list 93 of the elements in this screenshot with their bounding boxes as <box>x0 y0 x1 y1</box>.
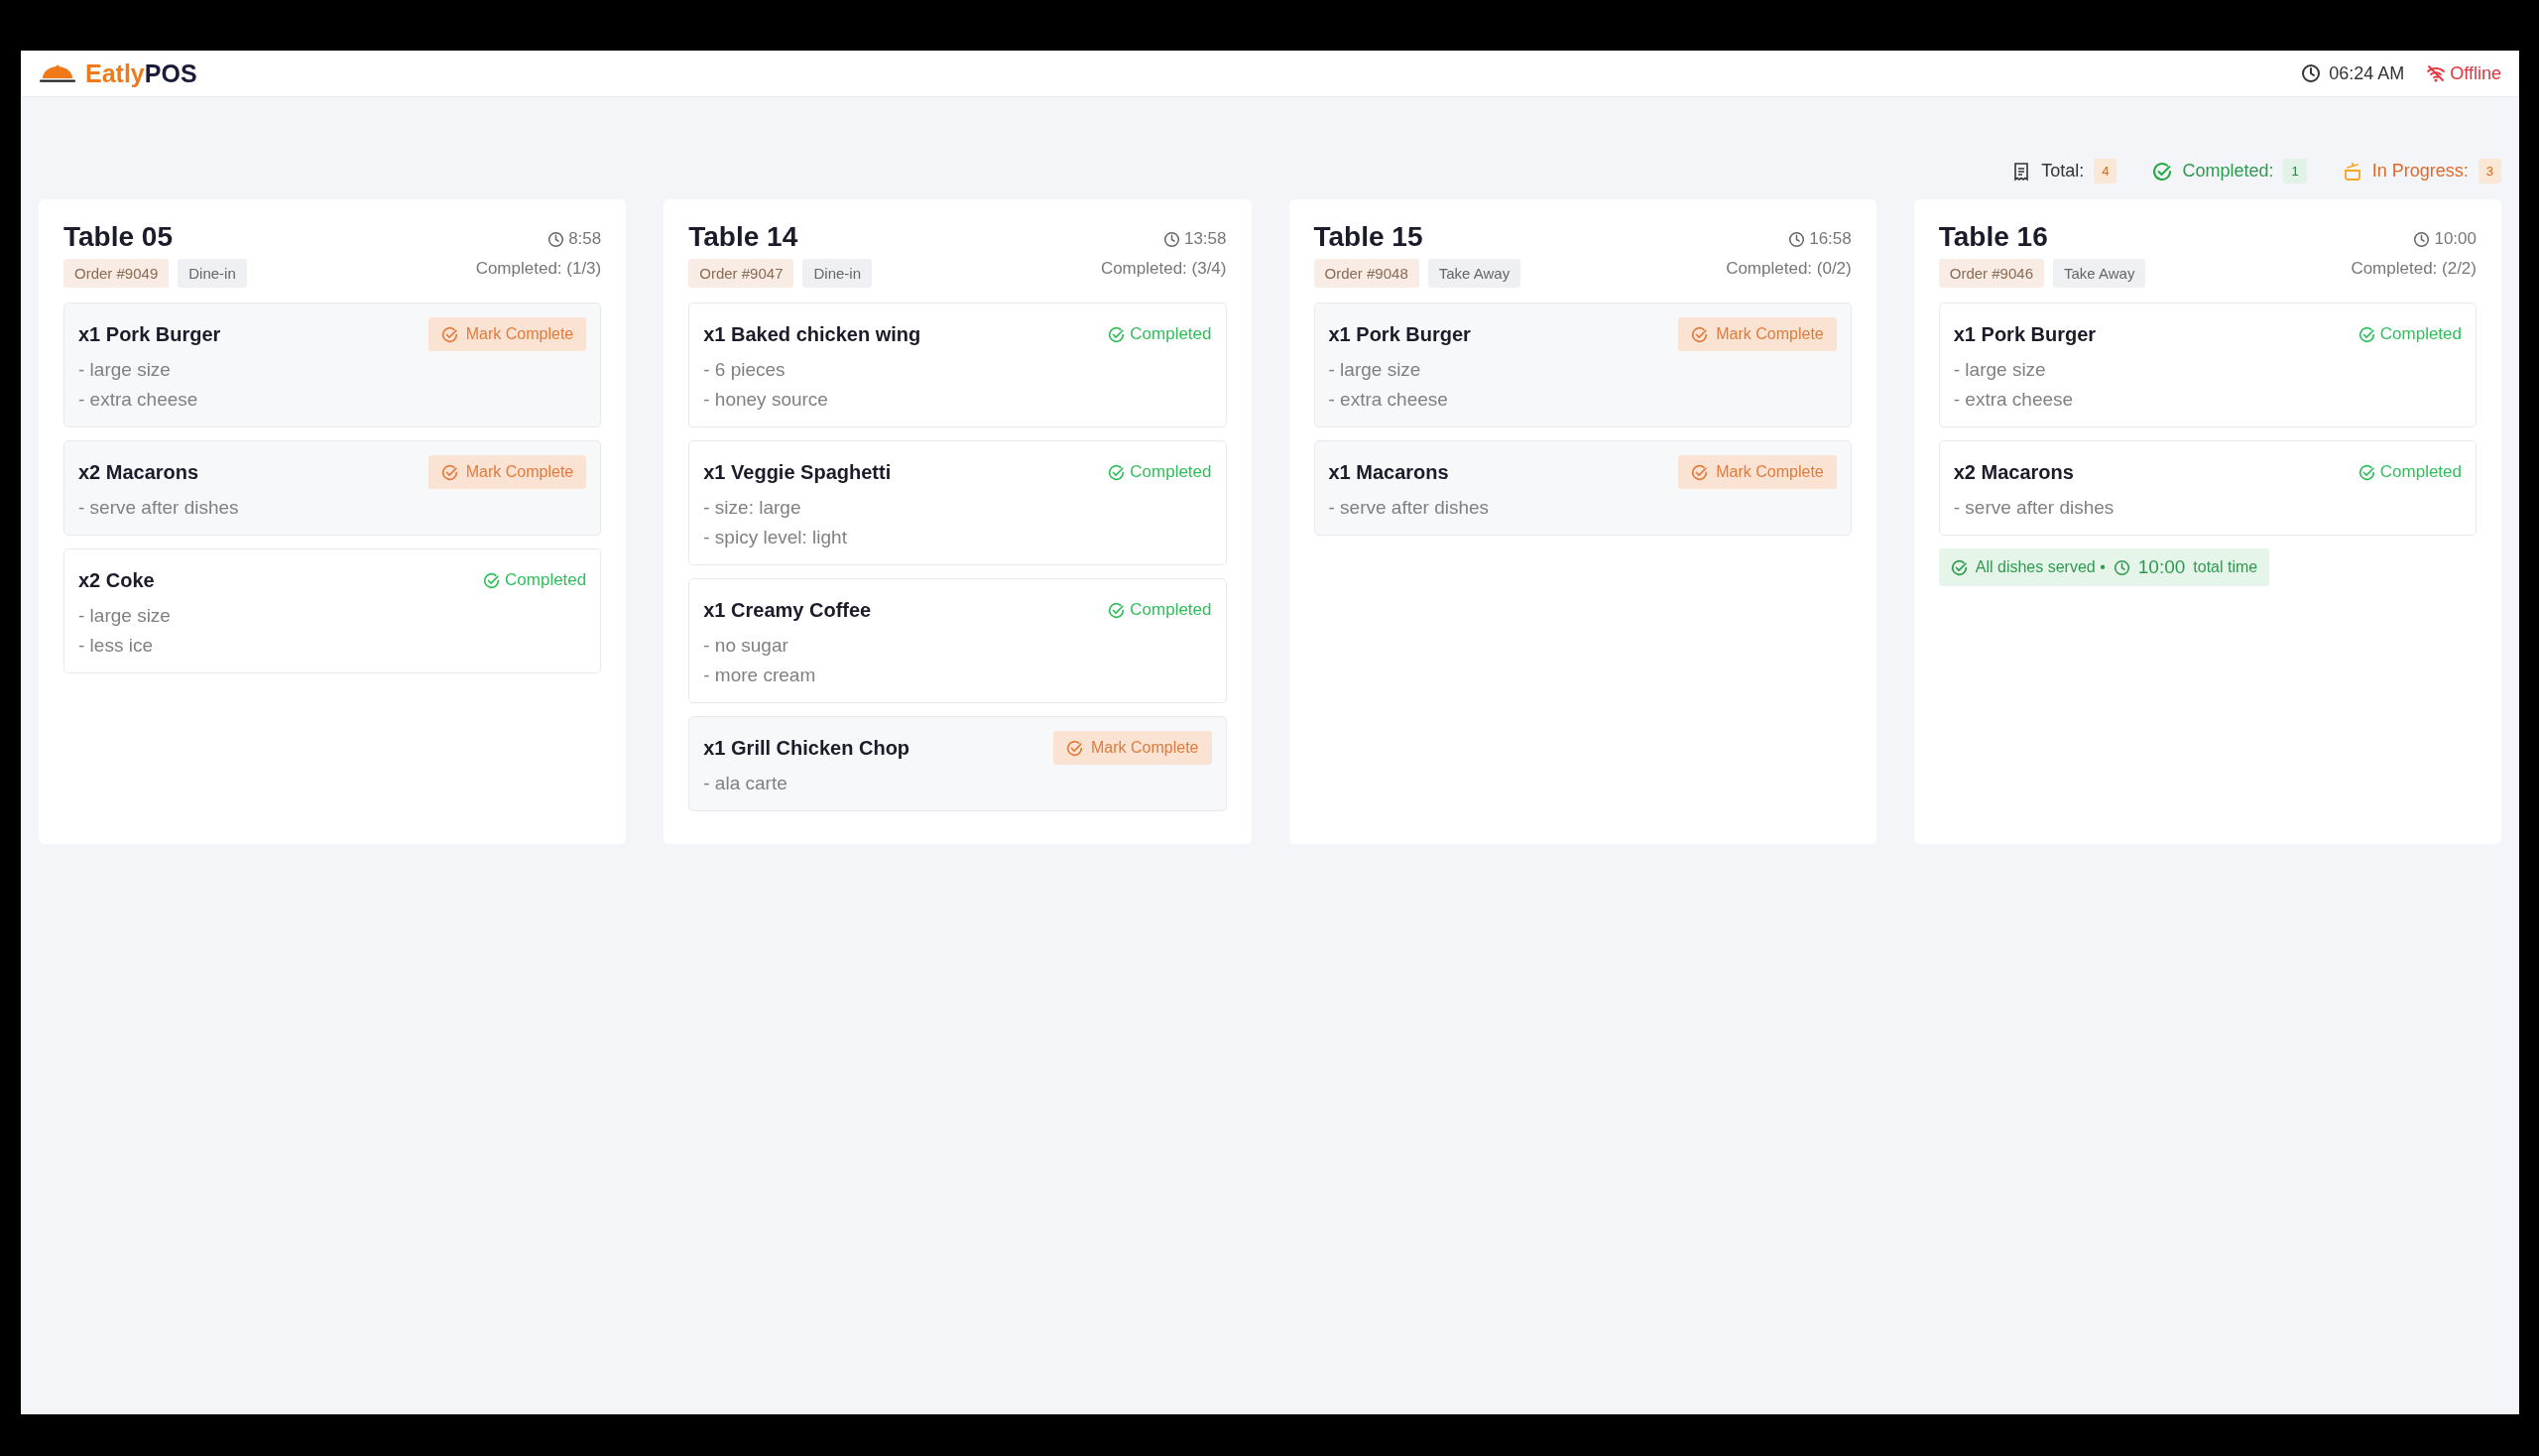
check-circle-icon <box>440 463 458 481</box>
elapsed-time: 13:58 <box>1183 229 1227 249</box>
stat-label: Total: <box>2041 161 2085 182</box>
cloche-icon <box>38 63 77 83</box>
service-type-tag: Dine-in <box>178 259 247 288</box>
item-note: - 6 pieces <box>703 359 786 381</box>
check-circle-icon <box>440 325 458 343</box>
order-number-tag: Order #9049 <box>63 259 170 288</box>
mark-complete-button[interactable]: Mark Complete <box>1678 455 1837 489</box>
item-note: - size: large <box>703 497 802 519</box>
mark-complete-button[interactable]: Mark Complete <box>427 317 587 351</box>
item-note: - extra cheese <box>1328 389 1449 411</box>
completed-status: Completed <box>1130 324 1212 344</box>
table-name: Table 14 <box>688 221 799 253</box>
clock-icon <box>2301 63 2322 83</box>
stat-count: 1 <box>2283 159 2307 183</box>
check-circle-icon <box>1950 558 1968 576</box>
table-name: Table 05 <box>63 221 174 253</box>
item-note: - large size <box>78 359 172 381</box>
logo-text: EatlyPOS <box>85 59 197 88</box>
check-circle-icon <box>2358 325 2375 343</box>
completed-status: Completed <box>2379 462 2462 482</box>
check-circle-icon <box>2152 161 2173 182</box>
check-circle-icon <box>1108 325 1126 343</box>
item-note: - more cream <box>703 665 817 686</box>
completion-count: Completed: (1/3) <box>475 259 602 279</box>
order-number-tag: Order #9048 <box>1313 259 1419 288</box>
item-note: - extra cheese <box>78 389 199 411</box>
stat-count: 3 <box>2478 159 2501 183</box>
check-circle-icon <box>483 571 501 589</box>
completed-status: Completed <box>1130 600 1212 620</box>
total-time-label: total time <box>2193 558 2258 576</box>
item-note: - large size <box>1953 359 2047 381</box>
stat-label: In Progress: <box>2371 161 2469 182</box>
table-name: Table 15 <box>1313 221 1424 253</box>
item-note: - serve after dishes <box>1328 497 1491 519</box>
service-type-tag: Dine-in <box>802 259 872 288</box>
item-name: x2 Macarons <box>1953 460 2074 484</box>
current-time: 06:24 AM <box>2329 62 2405 84</box>
item-name: x1 Pork Burger <box>1953 322 2097 346</box>
item-name: x1 Creamy Coffee <box>703 598 872 622</box>
check-circle-icon <box>1108 601 1126 619</box>
mark-complete-button[interactable]: Mark Complete <box>1053 731 1212 765</box>
order-number-tag: Order #9047 <box>688 259 794 288</box>
cooking-pot-icon <box>2342 161 2362 182</box>
elapsed-time: 8:58 <box>568 229 602 249</box>
item-note: - serve after dishes <box>1953 497 2116 519</box>
item-note: - large size <box>78 605 172 627</box>
item-note: - honey source <box>703 389 829 411</box>
connection-status: Offline <box>2450 62 2501 84</box>
completed-status: Completed <box>505 570 587 590</box>
item-name: x2 Coke <box>78 568 155 592</box>
check-circle-icon <box>1691 325 1709 343</box>
total-time: 10:00 <box>2137 556 2186 578</box>
service-type-tag: Take Away <box>1427 259 1521 288</box>
item-name: x2 Macarons <box>78 460 199 484</box>
item-note: - spicy level: light <box>703 527 848 548</box>
item-name: x1 Grill Chicken Chop <box>703 736 910 760</box>
completion-count: Completed: (2/2) <box>2351 259 2477 279</box>
completed-status: Completed <box>1130 462 1212 482</box>
item-name: x1 Macarons <box>1328 460 1449 484</box>
stat-label: Completed: <box>2182 161 2274 182</box>
item-note: - less ice <box>78 635 154 657</box>
completion-count: Completed: (0/2) <box>1726 259 1852 279</box>
completed-status: Completed <box>2379 324 2462 344</box>
clock-icon <box>1162 230 1180 248</box>
item-note: - serve after dishes <box>78 497 240 519</box>
check-circle-icon <box>1691 463 1709 481</box>
item-name: x1 Pork Burger <box>78 322 221 346</box>
item-name: x1 Baked chicken wing <box>703 322 921 346</box>
summary-text: All dishes served • <box>1975 558 2106 576</box>
item-note: - ala carte <box>703 773 788 794</box>
order-number-tag: Order #9046 <box>1938 259 2044 288</box>
clock-icon <box>547 230 565 248</box>
mark-complete-button[interactable]: Mark Complete <box>1678 317 1837 351</box>
table-name: Table 16 <box>1938 221 2049 253</box>
stat-count: 4 <box>2094 159 2117 183</box>
completion-count: Completed: (3/4) <box>1100 259 1227 279</box>
clock-icon <box>2413 230 2431 248</box>
item-note: - extra cheese <box>1953 389 2075 411</box>
elapsed-time: 10:00 <box>2434 229 2477 249</box>
service-type-tag: Take Away <box>2053 259 2146 288</box>
check-circle-icon <box>1066 739 1083 757</box>
elapsed-time: 16:58 <box>1809 229 1852 249</box>
check-circle-icon <box>1108 463 1126 481</box>
item-name: x1 Pork Burger <box>1328 322 1471 346</box>
clock-icon <box>1788 230 1806 248</box>
item-note: - no sugar <box>703 635 789 657</box>
item-name: x1 Veggie Spaghetti <box>703 460 892 484</box>
check-circle-icon <box>2358 463 2375 481</box>
clock-icon <box>2113 558 2130 576</box>
mark-complete-button[interactable]: Mark Complete <box>427 455 587 489</box>
item-note: - large size <box>1328 359 1422 381</box>
